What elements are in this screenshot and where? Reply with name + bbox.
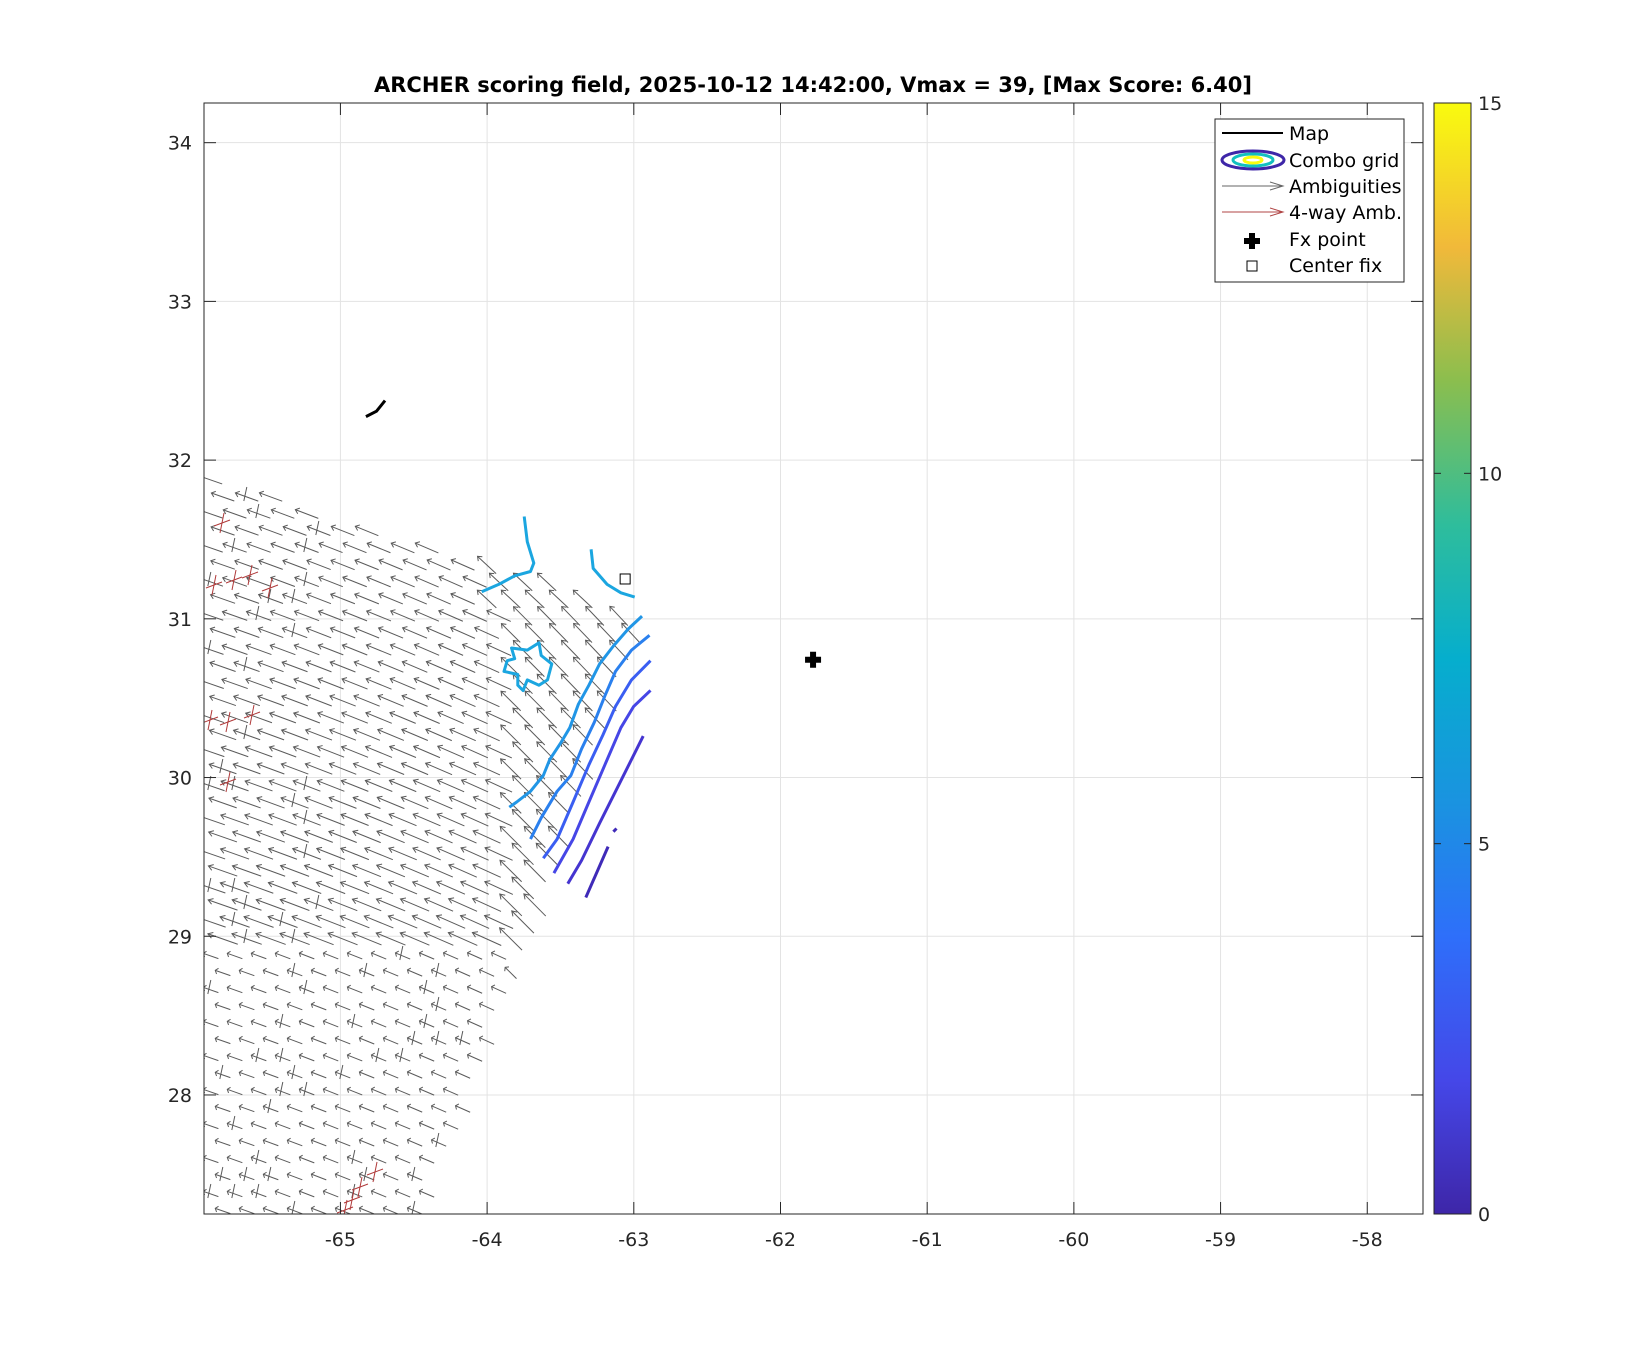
x-tick-label: -59 xyxy=(1205,1229,1236,1251)
y-tick-label: 30 xyxy=(168,768,192,790)
ambiguity-arrowhead xyxy=(198,678,203,684)
legend-combo-grid-label: Combo grid xyxy=(1289,150,1399,172)
archer-scoring-chart: ARCHER scoring field, 2025-10-12 14:42:0… xyxy=(168,73,1502,1251)
ambiguity-arrowhead xyxy=(196,916,201,922)
legend-ambiguities-label: Ambiguities xyxy=(1289,176,1402,198)
ambiguity-arrowhead xyxy=(197,848,202,854)
colorbar-tick-label: 15 xyxy=(1478,93,1502,115)
colorbar-tick-label: 10 xyxy=(1478,463,1502,485)
ambiguity-arrowhead xyxy=(197,780,202,786)
legend-map-label: Map xyxy=(1289,123,1329,145)
legend: Map Combo grid Ambiguities 4-way Amb. Fx… xyxy=(1214,118,1405,283)
legend-4way-label: 4-way Amb. xyxy=(1289,202,1402,224)
y-tick-label: 32 xyxy=(168,450,192,472)
ambiguity-arrowhead xyxy=(198,712,203,718)
chart-title: ARCHER scoring field, 2025-10-12 14:42:0… xyxy=(374,73,1252,97)
x-tick-label: -64 xyxy=(472,1229,503,1251)
ambiguity-arrowhead xyxy=(198,644,203,650)
y-tick-label: 29 xyxy=(168,926,192,948)
x-tick-label: -65 xyxy=(325,1229,356,1251)
ambiguity-arrowhead xyxy=(199,542,204,548)
colorbar xyxy=(1433,102,1472,1215)
colorbar-tick-label: 5 xyxy=(1478,834,1490,856)
y-tick-label: 34 xyxy=(168,133,192,155)
ambiguity-arrowhead xyxy=(199,576,204,582)
ambiguity-arrowhead xyxy=(196,882,201,888)
ambiguity-arrowhead xyxy=(197,814,202,820)
ambiguity-arrowhead xyxy=(199,508,203,514)
ambiguity-arrowhead xyxy=(197,746,202,752)
x-tick-label: -60 xyxy=(1058,1229,1089,1251)
x-tick-label: -63 xyxy=(618,1229,649,1251)
x-tick-label: -58 xyxy=(1352,1229,1383,1251)
x-tick-label: -61 xyxy=(912,1229,943,1251)
legend-fx-point-label: Fx point xyxy=(1289,229,1366,251)
colorbar-tick-label: 0 xyxy=(1478,1204,1490,1226)
y-tick-label: 33 xyxy=(168,291,192,313)
ambiguity-arrowhead xyxy=(204,474,205,475)
y-tick-label: 28 xyxy=(168,1085,192,1107)
y-tick-label: 31 xyxy=(168,609,192,631)
legend-center-fix-label: Center fix xyxy=(1289,255,1382,277)
x-tick-label: -62 xyxy=(765,1229,796,1251)
ambiguity-arrowhead xyxy=(198,610,203,616)
